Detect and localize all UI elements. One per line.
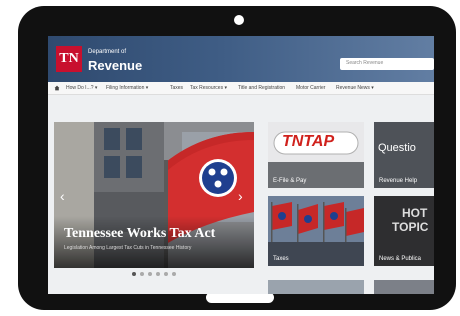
hot-topics-title-1: HOT xyxy=(402,206,428,220)
nav-item-filing-information[interactable]: Filing Information ▾ xyxy=(106,85,148,91)
department-label: Department of xyxy=(88,49,127,55)
tile-taxes[interactable]: Taxes xyxy=(268,196,364,266)
carousel-dot[interactable] xyxy=(132,272,136,276)
hero-overlay xyxy=(54,216,254,268)
questions-title: Questio xyxy=(378,142,416,154)
hot-topics-title-2: TOPIC xyxy=(392,220,429,234)
nav-item-how-do-i[interactable]: How Do I...? ▾ xyxy=(66,85,97,91)
screen: TN Department of Revenue Search Revenue … xyxy=(48,36,434,294)
nav-item-revenue-news[interactable]: Revenue News ▾ xyxy=(336,85,374,91)
carousel-dot[interactable] xyxy=(156,272,160,276)
tile-hot-topics[interactable]: HOT TOPIC News & Publica xyxy=(374,196,434,266)
carousel-dot[interactable] xyxy=(172,272,176,276)
tile-label-news-publications: News & Publica xyxy=(379,256,422,262)
hero-carousel[interactable]: ‹ › Tennessee Works Tax Act Legislation … xyxy=(54,122,254,268)
nav-item-motor-carrier[interactable]: Motor Carrier xyxy=(296,85,325,91)
chevron-left-icon[interactable]: ‹ xyxy=(60,188,65,204)
search-placeholder: Search Revenue xyxy=(346,60,384,66)
carousel-dot[interactable] xyxy=(148,272,152,276)
tntap-logo: TNTAP xyxy=(282,133,335,150)
main-nav: How Do I...? ▾ Filing Information ▾ Taxe… xyxy=(48,82,434,95)
camera-icon xyxy=(234,15,244,25)
carousel-dot[interactable] xyxy=(164,272,168,276)
hero-title[interactable]: Tennessee Works Tax Act xyxy=(64,226,215,242)
lower-content-strip xyxy=(48,278,434,294)
tile-questions[interactable]: Questio Revenue Help xyxy=(374,122,434,188)
home-icon[interactable] xyxy=(54,85,60,93)
site-title[interactable]: Revenue xyxy=(88,58,142,73)
tile-label-taxes: Taxes xyxy=(273,256,289,262)
tile-tntap[interactable]: TNTAP E-File & Pay xyxy=(268,122,364,188)
tile-label-efile: E-File & Pay xyxy=(273,178,307,184)
tn-logo[interactable]: TN xyxy=(56,46,82,72)
search-input[interactable]: Search Revenue xyxy=(340,58,434,70)
carousel-dot[interactable] xyxy=(140,272,144,276)
lower-tiles-partial xyxy=(268,280,434,294)
site-header: TN Department of Revenue Search Revenue xyxy=(48,36,434,82)
nav-item-tax-resources[interactable]: Tax Resources ▾ xyxy=(190,85,227,91)
tile-label-revenue-help: Revenue Help xyxy=(379,178,418,184)
chevron-right-icon[interactable]: › xyxy=(238,188,243,204)
nav-item-taxes[interactable]: Taxes xyxy=(170,85,183,91)
nav-item-title-registration[interactable]: Title and Registration xyxy=(238,85,285,91)
hero-subtitle: Legislation Among Largest Tax Cuts in Te… xyxy=(64,245,192,251)
carousel-dots xyxy=(132,272,176,276)
